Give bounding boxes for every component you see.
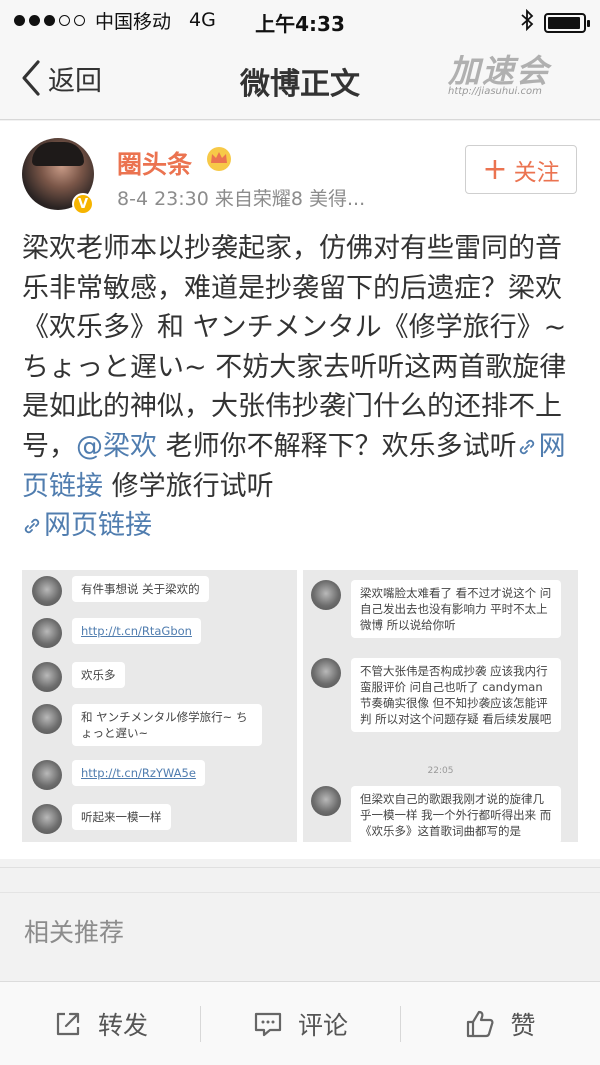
chat-avatar — [311, 580, 341, 610]
chat-avatar — [311, 658, 341, 688]
chat-bubble: 梁欢嘴脸太难看了 看不过才说这个 问自己发出去也没有影响力 平时不太上微博 所以… — [351, 580, 561, 638]
watermark-url: http://jiasuhui.com — [448, 86, 542, 97]
web-link-2-label: 网页链接 — [44, 510, 152, 542]
chat-message: 和 ヤンチメンタル修学旅行~ ちょっと遅い~ — [32, 704, 262, 746]
image-thumbnail-1[interactable]: 有件事想说 关于梁欢的 http://t.cn/RtaGbon 欢乐多 和 ヤン… — [22, 570, 297, 842]
bottom-action-bar: 转发 评论 赞 — [0, 981, 600, 1065]
chat-bubble: 欢乐多 — [72, 662, 125, 688]
chat-bubble: 不管大张伟是否构成抄袭 应该我内行蛮服评价 问自己也听了 candyman 节奏… — [351, 658, 561, 732]
network-type: 4G — [189, 9, 216, 31]
signal-strength-icon — [14, 14, 85, 26]
watermark-logo: 加速会 http://jiasuhui.com — [448, 46, 578, 97]
chat-avatar — [32, 576, 62, 606]
author-name[interactable]: 圈头条 — [117, 145, 192, 181]
chat-message: 但梁欢自己的歌跟我刚才说的旋律几乎一模一样 我一个外行都听得出来 而《欢乐多》这… — [311, 786, 561, 842]
comment-label: 评论 — [297, 1010, 348, 1040]
post-text: 梁欢老师本以抄袭起家，仿佛对有些雷同的音乐非常敏感，难道是抄袭留下的后遗症？梁欢… — [22, 229, 582, 546]
share-icon — [56, 1012, 80, 1035]
chevron-left-icon — [22, 60, 40, 96]
chat-bubble: 听起来一模一样 — [72, 804, 171, 830]
repost-label: 转发 — [97, 1010, 148, 1040]
post-text-part2: 老师你不解释下？欢乐多试听 — [157, 430, 517, 462]
chat-avatar — [32, 760, 62, 790]
link-icon — [24, 518, 40, 534]
post-text-part1: 梁欢老师本以抄袭起家，仿佛对有些雷同的音乐非常敏感，难道是抄袭留下的后遗症？梁欢… — [22, 233, 567, 462]
chat-bubble: http://t.cn/RtaGbon — [72, 618, 201, 644]
chat-message: http://t.cn/RzYWA5e — [32, 760, 205, 790]
status-bar: 中国移动 4G 上午4:33 — [0, 0, 600, 40]
chat-bubble: http://t.cn/RzYWA5e — [72, 760, 205, 786]
chat-message: 欢乐多 — [32, 662, 125, 692]
battery-icon — [544, 12, 590, 33]
comment-button[interactable]: 评论 — [200, 982, 400, 1065]
link-icon — [519, 439, 534, 455]
plus-icon: + — [482, 151, 508, 187]
status-time: 上午4:33 — [255, 12, 345, 36]
chat-message: 有件事想说 关于梁欢的 — [32, 576, 209, 606]
chat-bubble: 有件事想说 关于梁欢的 — [72, 576, 209, 602]
verified-badge-icon: V — [72, 193, 94, 215]
like-label: 赞 — [510, 1010, 536, 1040]
nav-bar: 返回 微博正文 加速会 http://jiasuhui.com — [0, 40, 600, 120]
follow-label: 关注 — [513, 159, 560, 186]
thumbs-up-icon — [467, 1010, 494, 1037]
chat-bubble: 和 ヤンチメンタル修学旅行~ ちょっと遅い~ — [72, 704, 262, 746]
post-card: V 圈头条 8-4 23:30 来自荣耀8 美得... + 关注 梁欢老师本以抄… — [0, 121, 600, 859]
chat-avatar — [32, 618, 62, 648]
post-images: 有件事想说 关于梁欢的 http://t.cn/RtaGbon 欢乐多 和 ヤン… — [22, 570, 578, 842]
back-label: 返回 — [48, 65, 102, 97]
chat-timestamp: 22:05 — [427, 766, 454, 776]
chat-avatar — [32, 704, 62, 734]
post-meta: 8-4 23:30 来自荣耀8 美得... — [117, 188, 366, 210]
mention-link[interactable]: @梁欢 — [76, 431, 157, 462]
chat-avatar — [311, 786, 341, 816]
web-link-2[interactable]: 网页链接 — [22, 510, 152, 541]
chat-bubble: 但梁欢自己的歌跟我刚才说的旋律几乎一模一样 我一个外行都听得出来 而《欢乐多》这… — [351, 786, 561, 842]
carrier-label: 中国移动 — [95, 10, 172, 33]
post-text-part3: 修学旅行试听 — [103, 470, 274, 502]
chat-message: 听起来一模一样 — [32, 804, 171, 834]
chat-message: 不管大张伟是否构成抄袭 应该我内行蛮服评价 问自己也听了 candyman 节奏… — [311, 658, 561, 732]
repost-button[interactable]: 转发 — [0, 982, 200, 1065]
related-recommendations[interactable]: 相关推荐 — [0, 892, 600, 964]
chat-message: 梁欢嘴脸太难看了 看不过才说这个 问自己发出去也没有影响力 平时不太上微博 所以… — [311, 580, 561, 638]
like-button[interactable]: 赞 — [400, 982, 600, 1065]
bluetooth-icon — [520, 8, 534, 36]
follow-button[interactable]: + 关注 — [465, 145, 577, 194]
crown-icon — [207, 147, 231, 171]
back-button[interactable]: 返回 — [18, 58, 102, 98]
comment-icon — [254, 1012, 282, 1036]
section-divider — [0, 867, 600, 868]
chat-avatar — [32, 804, 62, 834]
chat-message: http://t.cn/RtaGbon — [32, 618, 201, 648]
related-label: 相关推荐 — [24, 918, 125, 947]
image-thumbnail-2[interactable]: 梁欢嘴脸太难看了 看不过才说这个 问自己发出去也没有影响力 平时不太上微博 所以… — [303, 570, 578, 842]
chat-avatar — [32, 662, 62, 692]
